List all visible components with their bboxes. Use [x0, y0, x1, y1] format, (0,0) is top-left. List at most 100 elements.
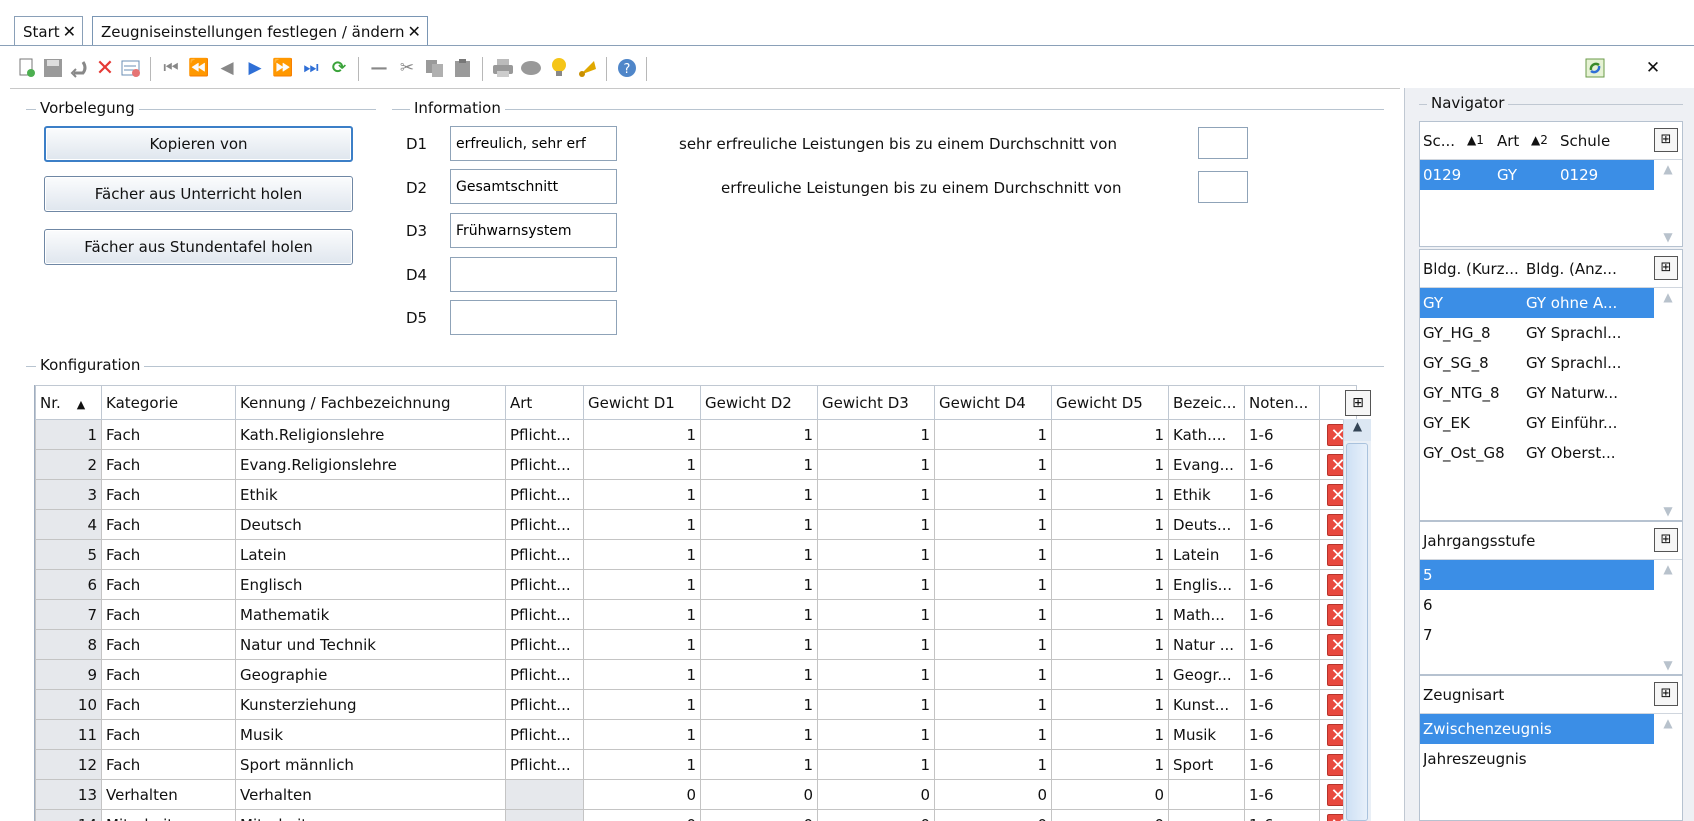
cell-gewicht-d3[interactable]: 0	[817, 779, 935, 810]
zeugnisart-list-scrollbar[interactable]: ▲	[1654, 714, 1682, 820]
cell-kategorie[interactable]: Fach	[101, 599, 236, 630]
tab-zeugniseinstellungen[interactable]: Zeugniseinstellungen festlegen / ändern ✕	[92, 16, 428, 46]
cell-art[interactable]	[505, 779, 584, 810]
col-bldg-kurz[interactable]: Bldg. (Kurz...	[1423, 260, 1519, 278]
cell-gewicht-d4[interactable]: 1	[934, 599, 1052, 630]
d5-field[interactable]	[450, 300, 617, 335]
scroll-up-icon[interactable]: ▲	[1344, 419, 1371, 441]
list-item[interactable]: 5	[1420, 560, 1682, 590]
tab-zeugniseinstellungen-close-icon[interactable]: ✕	[408, 22, 421, 41]
cell-kennung[interactable]: Verhalten	[235, 779, 506, 810]
cell-gewicht-d3[interactable]: 1	[817, 599, 935, 630]
col-gewicht-d5[interactable]: Gewicht D5	[1051, 385, 1169, 420]
minus-icon[interactable]: —	[368, 57, 390, 79]
scroll-down-icon[interactable]: ▼	[1654, 658, 1682, 672]
cell-gewicht-d1[interactable]: 1	[583, 599, 701, 630]
cell-art[interactable]: Pflicht...	[505, 719, 584, 750]
cell-gewicht-d5[interactable]: 1	[1051, 449, 1169, 480]
list-item[interactable]: GY_HG_8 GY Sprachl...	[1420, 318, 1682, 348]
cell-gewicht-d3[interactable]: 1	[817, 749, 935, 780]
cell-noten[interactable]: 1-6	[1244, 569, 1320, 600]
table-row[interactable]: 9 Fach Geographie Pflicht... 1 1 1 1 1 Geogr... 1-…	[35, 659, 1357, 690]
prev-page-icon[interactable]: ⏪	[188, 57, 210, 79]
cell-bezeichnung[interactable]: Evang...	[1168, 449, 1245, 480]
cell-kategorie[interactable]: Fach	[101, 539, 236, 570]
cell-art[interactable]: Pflicht...	[505, 449, 584, 480]
cell-gewicht-d1[interactable]: 1	[583, 569, 701, 600]
cell-gewicht-d1[interactable]: 1	[583, 719, 701, 750]
new-icon[interactable]	[16, 57, 38, 79]
list-item[interactable]: GY GY ohne A...	[1420, 288, 1682, 318]
cell-gewicht-d1[interactable]: 1	[583, 479, 701, 510]
cell-kennung[interactable]: Natur und Technik	[235, 629, 506, 660]
cell-noten[interactable]: 1-6	[1244, 749, 1320, 780]
cell-bezeichnung[interactable]: Geogr...	[1168, 659, 1245, 690]
scroll-down-icon[interactable]: ▼	[1654, 504, 1682, 518]
cell-gewicht-d2[interactable]: 1	[700, 539, 818, 570]
cell-gewicht-d3[interactable]: 1	[817, 689, 935, 720]
sync-icon[interactable]	[1584, 57, 1606, 79]
cell-bezeichnung[interactable]: Sport	[1168, 749, 1245, 780]
cell-noten[interactable]: 1-6	[1244, 659, 1320, 690]
cell-noten[interactable]: 1-6	[1244, 809, 1320, 821]
cell-gewicht-d4[interactable]: 1	[934, 449, 1052, 480]
cell-gewicht-d1[interactable]: 1	[583, 539, 701, 570]
d3-field[interactable]	[450, 213, 617, 248]
cell-bezeichnung[interactable]: Kath....	[1168, 419, 1245, 450]
cell-noten[interactable]: 1-6	[1244, 719, 1320, 750]
table-row[interactable]: 6 Fach Englisch Pflicht... 1 1 1 1 1 Englis... 1-6…	[35, 569, 1357, 600]
cell-kennung[interactable]: Mitarbeit	[235, 809, 506, 821]
cell-gewicht-d4[interactable]: 0	[934, 779, 1052, 810]
scroll-up-icon[interactable]: ▲	[1654, 562, 1682, 576]
cut-icon[interactable]: ✂	[396, 57, 418, 79]
cell-kategorie[interactable]: Mitarbeit	[101, 809, 236, 821]
cell-gewicht-d2[interactable]: 0	[700, 779, 818, 810]
cell-gewicht-d5[interactable]: 1	[1051, 569, 1169, 600]
hint-icon[interactable]	[548, 57, 570, 79]
cell-gewicht-d5[interactable]: 1	[1051, 629, 1169, 660]
bildungsgang-list-config-icon[interactable]: ⊞	[1654, 256, 1678, 280]
cell-art[interactable]: Pflicht...	[505, 479, 584, 510]
cell-noten[interactable]: 1-6	[1244, 689, 1320, 720]
cell-gewicht-d4[interactable]: 1	[934, 719, 1052, 750]
cell-gewicht-d1[interactable]: 1	[583, 749, 701, 780]
col-kategorie[interactable]: Kategorie	[101, 385, 236, 420]
cell-bezeichnung[interactable]: Natur ...	[1168, 629, 1245, 660]
scroll-up-icon[interactable]: ▲	[1654, 162, 1682, 176]
col-bezeichnung[interactable]: Bezeic...	[1168, 385, 1245, 420]
cell-gewicht-d3[interactable]: 1	[817, 509, 935, 540]
list-item[interactable]: 7	[1420, 620, 1682, 650]
col-art[interactable]: Art	[505, 385, 584, 420]
cell-gewicht-d3[interactable]: 1	[817, 629, 935, 660]
cell-kennung[interactable]: Deutsch	[235, 509, 506, 540]
cell-gewicht-d3[interactable]: 0	[817, 809, 935, 821]
cell-gewicht-d2[interactable]: 1	[700, 509, 818, 540]
cell-kennung[interactable]: Evang.Religionslehre	[235, 449, 506, 480]
cell-bezeichnung[interactable]: Math...	[1168, 599, 1245, 630]
table-row[interactable]: 1 Fach Kath.Religionslehre Pflicht... 1 1 1 1 1 K…	[35, 419, 1357, 450]
cell-kennung[interactable]: Musik	[235, 719, 506, 750]
cell-gewicht-d1[interactable]: 0	[583, 779, 701, 810]
table-row[interactable]: 7 Fach Mathematik Pflicht... 1 1 1 1 1 Math... 1-6…	[35, 599, 1357, 630]
first-icon[interactable]: ⏮	[160, 57, 182, 79]
col-gewicht-d1[interactable]: Gewicht D1	[583, 385, 701, 420]
cell-gewicht-d5[interactable]: 1	[1051, 689, 1169, 720]
cell-bezeichnung[interactable]	[1168, 809, 1245, 821]
list-item[interactable]: Jahreszeugnis	[1420, 744, 1682, 774]
col-jahrgangsstufe[interactable]: Jahrgangsstufe	[1423, 532, 1535, 550]
copy-icon[interactable]	[424, 57, 446, 79]
cell-gewicht-d2[interactable]: 0	[700, 809, 818, 821]
cell-kategorie[interactable]: Fach	[101, 689, 236, 720]
d2-field[interactable]	[450, 169, 617, 204]
tab-start[interactable]: Start ✕	[14, 16, 84, 46]
cell-kennung[interactable]: Kath.Religionslehre	[235, 419, 506, 450]
undo-icon[interactable]	[68, 57, 90, 79]
cell-art[interactable]: Pflicht...	[505, 569, 584, 600]
cell-bezeichnung[interactable]: Musik	[1168, 719, 1245, 750]
cell-gewicht-d3[interactable]: 1	[817, 479, 935, 510]
table-row[interactable]: 5 Fach Latein Pflicht... 1 1 1 1 1 Latein 1-6 ✕	[35, 539, 1357, 570]
bildungsgang-list-scrollbar[interactable]: ▲ ▼	[1654, 288, 1682, 520]
cell-noten[interactable]: 1-6	[1244, 509, 1320, 540]
scroll-down-icon[interactable]: ▼	[1654, 230, 1682, 244]
cell-gewicht-d5[interactable]: 1	[1051, 539, 1169, 570]
